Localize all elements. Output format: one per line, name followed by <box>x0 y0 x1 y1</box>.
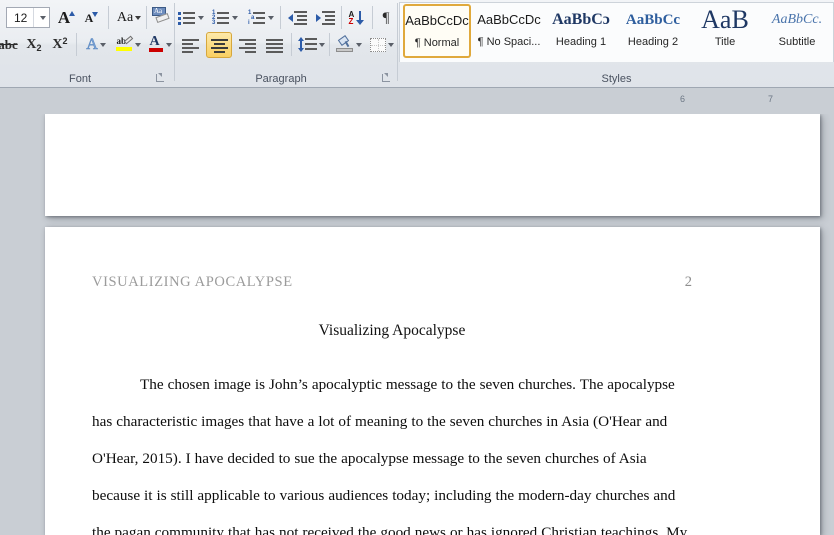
style-label: ¶ Normal <box>414 37 460 49</box>
style-preview: AaBbCc <box>625 12 681 28</box>
multilevel-list-icon[interactable]: 1 a i <box>244 6 278 30</box>
style-item-title[interactable]: AaB Title <box>691 4 759 58</box>
document-canvas[interactable]: VISUALIZING APOCALYPSE 2 Visualizing Apo… <box>0 114 834 535</box>
ribbon-group-paragraph: 1 2 3 1 a i A Z ¶ Paragraph <box>176 0 394 88</box>
bullets-icon[interactable] <box>176 6 206 30</box>
ribbon-group-styles: AaBbCcDc ¶ Normal AaBbCcDc ¶ No Spaci...… <box>399 0 834 88</box>
page-previous[interactable] <box>45 114 820 216</box>
line-spacing-icon[interactable] <box>295 33 327 57</box>
align-right-icon[interactable] <box>235 33 260 57</box>
subscript-icon[interactable]: X2 <box>22 33 46 57</box>
style-preview: AaBbCɔ <box>552 11 610 28</box>
font-dialog-launcher[interactable] <box>155 73 166 84</box>
shading-icon[interactable] <box>333 33 365 57</box>
style-item-heading-1[interactable]: AaBbCɔ Heading 1 <box>547 4 615 58</box>
text-highlight-color-icon[interactable]: ab <box>112 33 144 57</box>
strikethrough-icon[interactable]: abc <box>0 33 20 57</box>
document-title[interactable]: Visualizing Apocalypse <box>92 322 692 340</box>
align-left-icon[interactable] <box>178 33 203 57</box>
ruler-tick-label-6: 6 <box>680 94 686 104</box>
ruler-tick-label-7: 7 <box>768 94 774 104</box>
justify-icon[interactable] <box>262 33 287 57</box>
numbering-icon[interactable]: 1 2 3 <box>209 6 241 30</box>
style-label: Subtitle <box>778 36 816 48</box>
ribbon-group-font: 12 A A Aa Aa abc X 2 X 2 A ab A Font <box>0 0 173 88</box>
style-preview: AaBbCcDc <box>405 13 469 28</box>
style-preview: AaBbCc. <box>771 12 823 27</box>
increase-indent-icon[interactable] <box>312 6 338 30</box>
sort-icon[interactable]: A Z <box>344 6 370 30</box>
style-item-heading-2[interactable]: AaBbCc Heading 2 <box>619 4 687 58</box>
style-item-no-spacing[interactable]: AaBbCcDc ¶ No Spaci... <box>475 4 543 58</box>
style-item-subtitle[interactable]: AaBbCc. Subtitle <box>763 4 831 58</box>
font-color-icon[interactable]: A <box>144 33 176 57</box>
style-preview: AaBbCcDc <box>477 12 541 27</box>
text-effects-icon[interactable]: A <box>80 33 112 57</box>
ribbon-group-label-font: Font <box>68 73 91 85</box>
shrink-font-icon[interactable]: A <box>80 6 104 30</box>
word-window: 12 A A Aa Aa abc X 2 X 2 A ab A Font 1 2… <box>0 0 834 535</box>
document-header[interactable]: VISUALIZING APOCALYPSE 2 <box>92 274 692 291</box>
body-paragraph[interactable]: The chosen image is John’s apocalyptic m… <box>92 366 692 535</box>
ruler-band: 1 2 3 4 <box>0 88 834 201</box>
style-label: Title <box>714 36 736 48</box>
show-formatting-marks-icon[interactable]: ¶ <box>375 6 397 30</box>
paragraph-dialog-launcher[interactable] <box>381 73 392 84</box>
superscript-icon[interactable]: X2 <box>48 33 72 57</box>
ribbon-group-label-paragraph: Paragraph <box>255 73 307 85</box>
decrease-indent-icon[interactable] <box>284 6 310 30</box>
font-size-input[interactable]: 12 <box>6 7 50 28</box>
grow-font-icon[interactable]: A <box>55 6 79 30</box>
header-page-number: 2 <box>684 274 692 290</box>
font-size-dropdown-icon[interactable] <box>33 8 49 27</box>
style-item-normal[interactable]: AaBbCcDc ¶ Normal <box>403 4 471 58</box>
ribbon: 12 A A Aa Aa abc X 2 X 2 A ab A Font 1 2… <box>0 0 834 88</box>
ribbon-group-label-styles: Styles <box>601 73 632 85</box>
style-label: Heading 1 <box>555 36 607 48</box>
style-label: Heading 2 <box>627 36 679 48</box>
style-preview: AaB <box>701 5 749 34</box>
font-size-value: 12 <box>14 10 28 25</box>
clear-formatting-icon[interactable]: Aa <box>149 4 173 30</box>
running-head: VISUALIZING APOCALYPSE <box>92 274 293 290</box>
change-case-icon[interactable]: Aa <box>113 6 145 30</box>
style-label: ¶ No Spaci... <box>477 36 541 48</box>
align-center-icon[interactable] <box>206 32 232 58</box>
borders-icon[interactable] <box>366 33 398 57</box>
